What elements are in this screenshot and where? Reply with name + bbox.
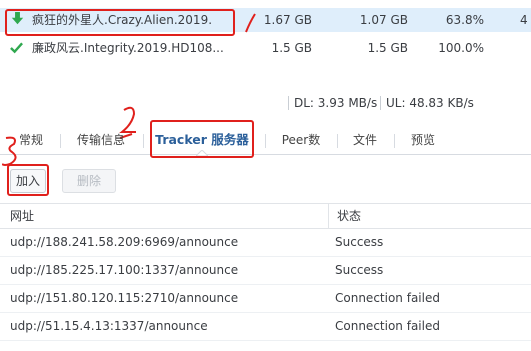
status-separator bbox=[288, 96, 289, 110]
delete-tracker-button[interactable]: 删除 bbox=[62, 169, 116, 193]
tab-divider bbox=[337, 134, 338, 148]
tab-preview[interactable]: 预览 bbox=[400, 126, 446, 154]
tracker-status: Connection failed bbox=[335, 291, 440, 305]
task-extra: 4 bbox=[520, 13, 528, 27]
download-station-window: { "tasks": [ {"name": "疯狂的外星人.Crazy.Alie… bbox=[0, 0, 531, 351]
tab-files[interactable]: 文件 bbox=[342, 126, 388, 154]
annotation-stroke bbox=[245, 13, 256, 33]
tab-divider bbox=[143, 134, 144, 148]
column-header-status[interactable]: 状态 bbox=[337, 204, 361, 228]
task-downloaded: 1.07 GB bbox=[359, 13, 408, 27]
check-icon bbox=[10, 42, 23, 54]
download-speed: DL: 3.93 MB/s bbox=[294, 96, 378, 110]
task-name: 廉政风云.Integrity.2019.HD108... bbox=[32, 41, 224, 55]
task-progress: 63.8% bbox=[445, 13, 484, 27]
upload-speed: UL: 48.83 KB/s bbox=[386, 96, 474, 110]
tab-transfer[interactable]: 传输信息 bbox=[66, 126, 136, 154]
detail-tabs: 常规 传输信息 Tracker 服务器 Peer数 文件 预览 bbox=[0, 126, 531, 155]
table-row[interactable]: udp://185.225.17.100:1337/announce Succe… bbox=[0, 256, 531, 285]
task-highlight-box bbox=[5, 9, 235, 36]
tab-divider bbox=[60, 134, 61, 148]
table-row[interactable]: udp://151.80.120.115:2710/announce Conne… bbox=[0, 284, 531, 313]
annotation-number-3 bbox=[2, 136, 17, 166]
status-separator bbox=[380, 96, 381, 110]
tracker-status: Connection failed bbox=[335, 319, 440, 333]
tab-divider bbox=[394, 134, 395, 148]
tracker-tab-highlight-box bbox=[150, 120, 254, 158]
task-size: 1.67 GB bbox=[263, 13, 312, 27]
tracker-table-header: 网址 状态 bbox=[0, 203, 531, 229]
add-button-highlight-box bbox=[7, 164, 49, 196]
task-progress: 100.0% bbox=[438, 41, 484, 55]
task-downloaded: 1.5 GB bbox=[367, 41, 408, 55]
status-bar: DL: 3.93 MB/s UL: 48.83 KB/s bbox=[288, 92, 531, 114]
tracker-url: udp://185.225.17.100:1337/announce bbox=[10, 263, 239, 277]
tab-peers[interactable]: Peer数 bbox=[270, 126, 332, 154]
table-row[interactable]: udp://188.241.58.209:6969/announce Succe… bbox=[0, 228, 531, 257]
task-row[interactable]: 廉政风云.Integrity.2019.HD108... 1.5 GB 1.5 … bbox=[0, 36, 531, 60]
column-header-url[interactable]: 网址 bbox=[10, 204, 34, 228]
tracker-url: udp://151.80.120.115:2710/announce bbox=[10, 291, 239, 305]
tracker-url: udp://51.15.4.13:1337/announce bbox=[10, 319, 208, 333]
tracker-status: Success bbox=[335, 263, 384, 277]
tab-divider bbox=[265, 134, 266, 148]
table-row[interactable]: udp://51.15.4.13:1337/announce Connectio… bbox=[0, 312, 531, 341]
task-size: 1.5 GB bbox=[271, 41, 312, 55]
tracker-url: udp://188.241.58.209:6969/announce bbox=[10, 235, 239, 249]
column-divider[interactable] bbox=[328, 204, 329, 228]
tracker-status: Success bbox=[335, 235, 384, 249]
